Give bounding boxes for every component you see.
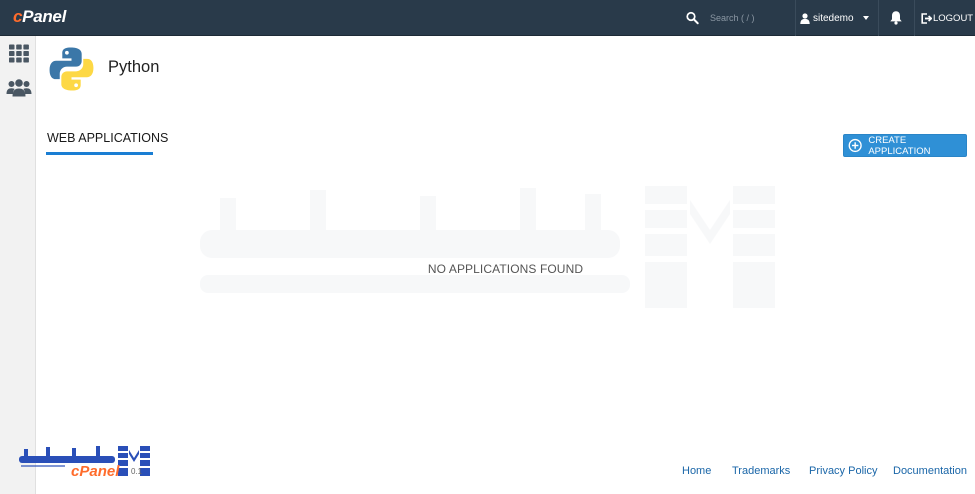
top-navbar: cPanel sitedemo LOGOUT [0,0,975,36]
chevron-down-icon [862,16,869,20]
logout-button[interactable]: LOGOUT [921,0,973,36]
plus-circle-icon [848,138,862,153]
sidebar-item-users[interactable] [6,76,32,100]
username-label: sitedemo [813,12,854,24]
search-box[interactable] [678,0,790,36]
sidebar-item-tools[interactable] [6,41,32,65]
users-icon [6,79,32,97]
footer-links: Home Trademarks Privacy Policy Documenta… [0,465,975,479]
watermark-logo [200,186,775,308]
bell-icon[interactable] [889,10,903,25]
grid-icon [9,44,29,62]
logout-icon [921,12,932,24]
footer-link-privacy-policy[interactable]: Privacy Policy [809,465,877,477]
active-tab-indicator [46,152,153,155]
divider [795,0,796,36]
tab-web-applications[interactable]: WEB APPLICATIONS [47,131,168,145]
footer-link-documentation[interactable]: Documentation [893,465,967,477]
empty-state-message: NO APPLICATIONS FOUND [0,262,975,276]
search-icon [686,11,699,25]
user-icon [800,12,810,24]
logout-label: LOGOUT [933,12,974,24]
cpanel-logo-text: Panel [22,7,67,26]
python-logo-icon [49,47,94,91]
search-input[interactable] [710,9,790,27]
create-application-button[interactable]: CREATE APPLICATION [843,134,967,157]
footer-link-home[interactable]: Home [682,465,711,477]
page-title: Python [108,58,160,76]
empty-state-text: NO APPLICATIONS FOUND [427,262,584,276]
create-application-label: CREATE APPLICATION [868,134,931,157]
footer-link-trademarks[interactable]: Trademarks [732,465,790,477]
divider [914,0,915,36]
cpanel-logo[interactable]: c Panel [13,6,66,28]
divider [878,0,879,36]
user-menu[interactable]: sitedemo [800,0,869,36]
